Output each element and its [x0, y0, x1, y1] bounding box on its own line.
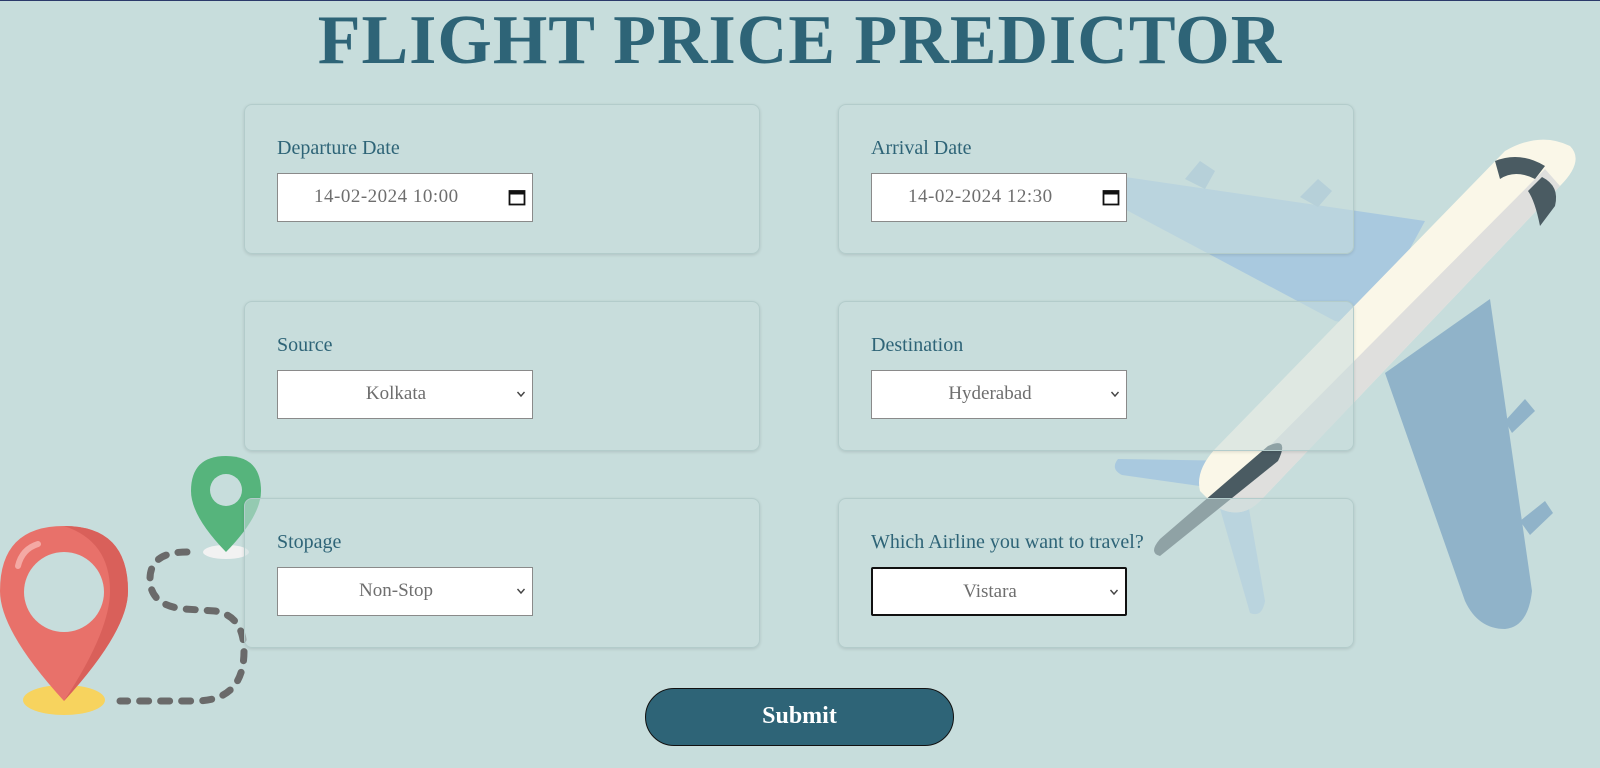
airline-select[interactable]: Vistara: [871, 567, 1127, 616]
arrival-date-label: Arrival Date: [871, 137, 972, 159]
airline-label: Which Airline you want to travel?: [871, 531, 1144, 553]
departure-date-card: Departure Date 14-02-2024 10:00: [244, 104, 760, 254]
destination-select[interactable]: Hyderabad: [871, 370, 1127, 419]
departure-date-label: Departure Date: [277, 137, 400, 159]
source-value: Kolkata: [365, 383, 427, 404]
map-pin-icon: [0, 526, 128, 715]
calendar-icon[interactable]: [508, 188, 526, 206]
chevron-down-icon: [516, 588, 526, 595]
arrival-date-value: 14-02-2024 12:30: [908, 186, 1053, 207]
page-title: FLIGHT PRICE PREDICTOR: [317, 2, 1283, 79]
calendar-icon[interactable]: [1102, 188, 1120, 206]
source-card: Source Kolkata: [244, 301, 760, 451]
destination-value: Hyderabad: [948, 383, 1032, 404]
submit-button[interactable]: Submit: [645, 688, 954, 746]
destination-label: Destination: [871, 334, 964, 356]
stopage-value: Non-Stop: [359, 580, 433, 601]
source-select[interactable]: Kolkata: [277, 370, 533, 419]
departure-date-value: 14-02-2024 10:00: [314, 186, 459, 207]
stopage-card: Stopage Non-Stop: [244, 498, 760, 648]
airline-card: Which Airline you want to travel? Vistar…: [838, 498, 1354, 648]
chevron-down-icon: [1110, 391, 1120, 398]
route-path: [116, 548, 248, 705]
stopage-label: Stopage: [277, 531, 342, 553]
airline-value: Vistara: [963, 581, 1017, 602]
destination-card: Destination Hyderabad: [838, 301, 1354, 451]
source-label: Source: [277, 334, 333, 356]
arrival-date-card: Arrival Date 14-02-2024 12:30: [838, 104, 1354, 254]
arrival-date-input[interactable]: 14-02-2024 12:30: [871, 173, 1127, 222]
stopage-select[interactable]: Non-Stop: [277, 567, 533, 616]
departure-date-input[interactable]: 14-02-2024 10:00: [277, 173, 533, 222]
chevron-down-icon: [1109, 589, 1119, 596]
chevron-down-icon: [516, 391, 526, 398]
background-illustration: [0, 139, 1576, 715]
